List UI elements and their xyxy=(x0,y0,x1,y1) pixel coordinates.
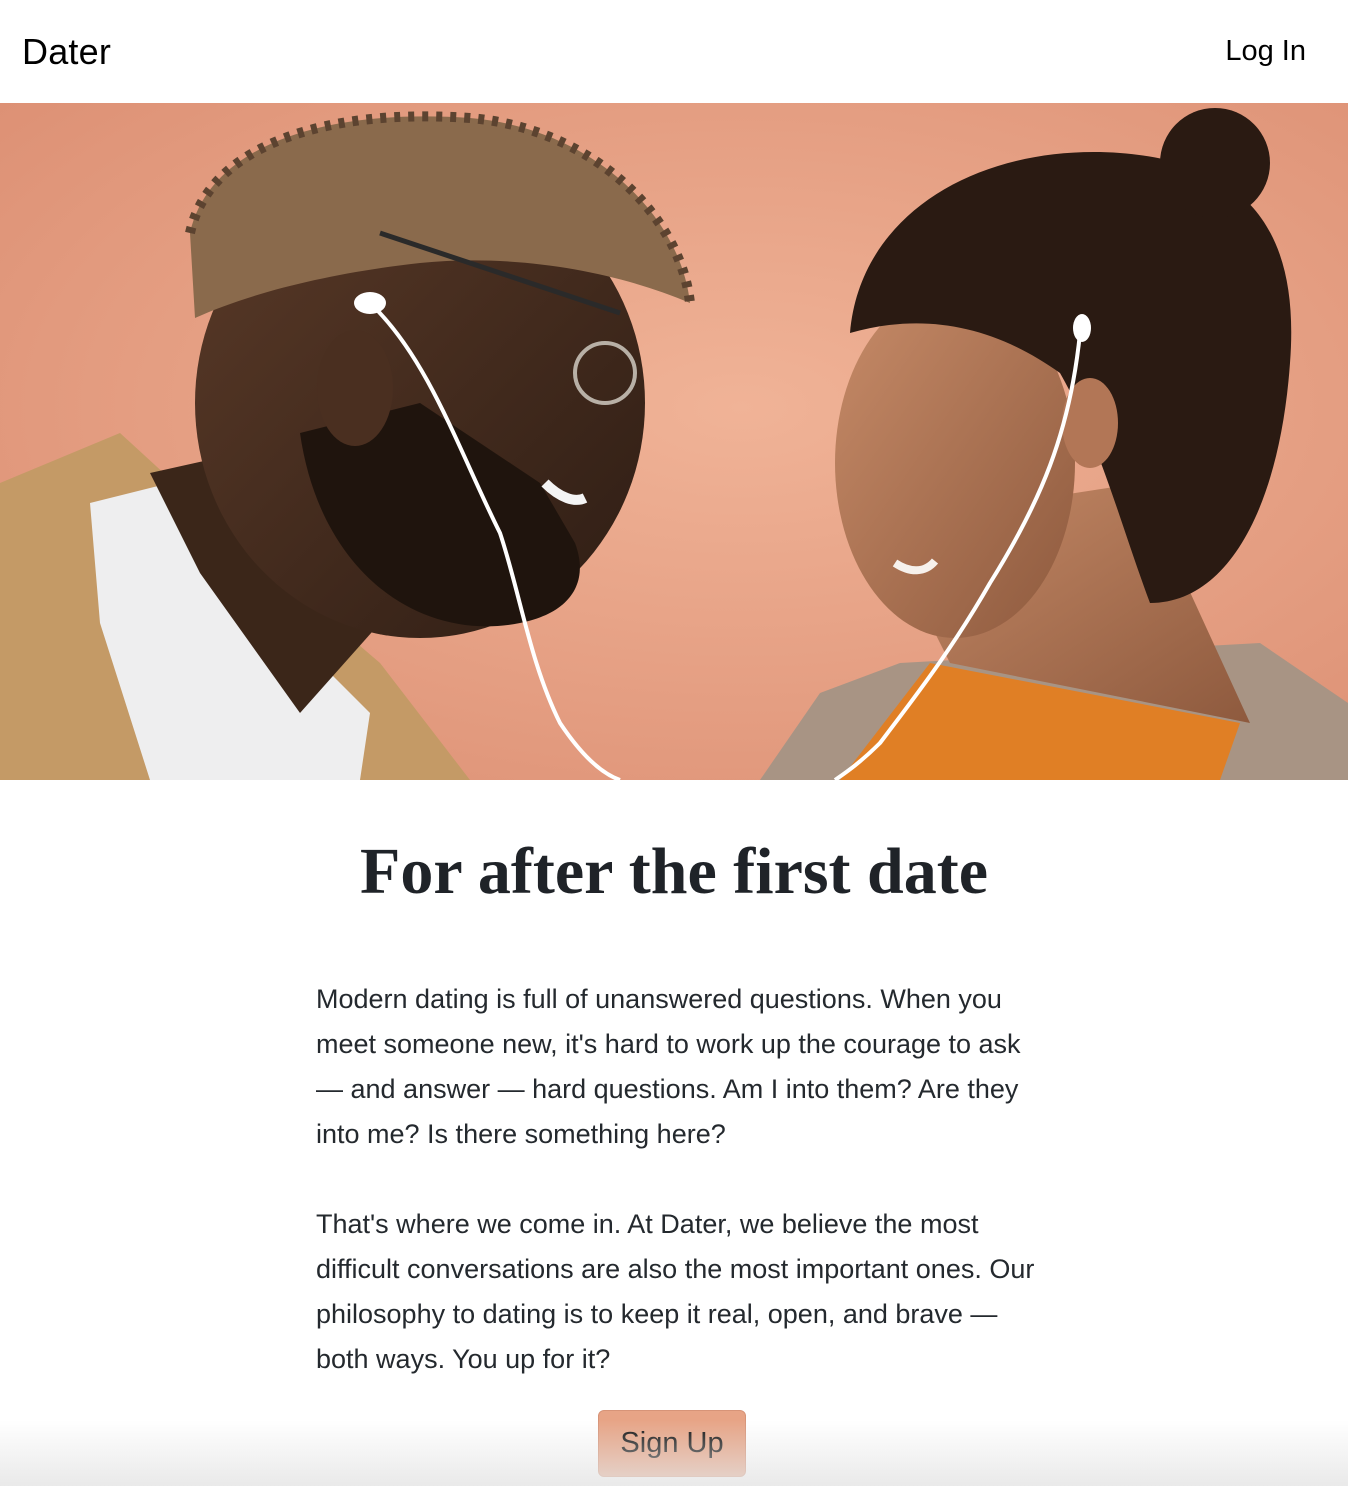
signup-button[interactable]: Sign Up xyxy=(598,1410,746,1477)
hero-image xyxy=(0,103,1348,780)
philosophy-paragraph: That's where we come in. At Dater, we be… xyxy=(316,1209,1035,1374)
brand-logo-link[interactable]: Dater xyxy=(22,31,111,73)
page-title: For after the first date xyxy=(360,835,988,908)
navbar: Dater Log In xyxy=(0,0,1348,103)
main-content: For after the first date Modern dating i… xyxy=(0,780,1348,1486)
intro-paragraph: Modern dating is full of unanswered ques… xyxy=(316,984,1021,1149)
login-button[interactable]: Log In xyxy=(1225,35,1306,68)
